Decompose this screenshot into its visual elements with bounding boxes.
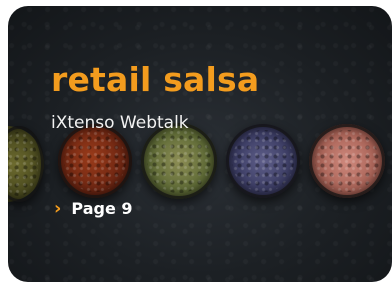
page-link-label: Page 9: [71, 199, 133, 218]
spice-bowl: [58, 124, 132, 198]
spice-bowl: [141, 123, 217, 199]
spice-bowls-image: [8, 6, 392, 282]
chevron-right-icon: ›: [54, 198, 62, 219]
spice-bowl: [8, 126, 44, 202]
page-link[interactable]: › Page 9: [54, 198, 133, 219]
card-title: retail salsa: [51, 60, 260, 99]
teaser-card[interactable]: retail salsa iXtenso Webtalk › Page 9: [8, 6, 392, 282]
spice-bowl: [309, 124, 385, 198]
spice-bowl: [226, 124, 300, 198]
card-subtitle: iXtenso Webtalk: [51, 113, 189, 133]
